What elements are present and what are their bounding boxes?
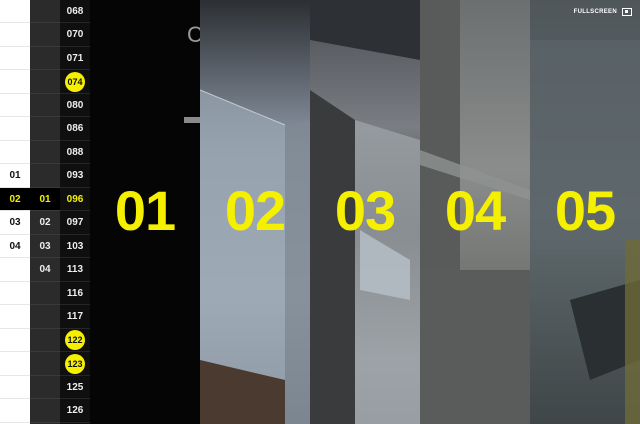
column-b-item[interactable]: 02: [30, 212, 60, 235]
highlight-dot: 074: [65, 71, 85, 92]
column-c-label: 086: [66, 123, 84, 134]
column-b-item: [30, 0, 60, 23]
column-c-item[interactable]: 126: [60, 400, 90, 423]
slide-number-2: 02: [224, 179, 286, 242]
column-b-item: [30, 24, 60, 47]
column-a-label: 03: [9, 217, 21, 228]
column-c-item[interactable]: 068: [60, 0, 90, 23]
column-a-item: [0, 353, 30, 376]
column-c-label: 088: [66, 146, 84, 158]
column-c-item[interactable]: 074: [60, 71, 90, 94]
column-c-label: 125: [66, 381, 84, 393]
column-b-item: [30, 94, 60, 117]
column-c-item[interactable]: 093: [60, 165, 90, 188]
column-a-item[interactable]: 01: [0, 165, 30, 188]
column-c-item[interactable]: 122: [60, 329, 90, 352]
column-c-item[interactable]: 113: [60, 259, 90, 282]
column-b-item: [30, 282, 60, 305]
column-b-item: [30, 165, 60, 188]
column-a-item: [0, 24, 30, 47]
column-c-label: 116: [66, 287, 84, 299]
column-a-item: [0, 118, 30, 141]
column-b-item[interactable]: 01: [30, 188, 60, 211]
column-c-item[interactable]: 088: [60, 141, 90, 164]
column-a-item: [0, 400, 30, 423]
column-b-item: [30, 118, 60, 141]
column-a-item: [0, 259, 30, 282]
column-b-item[interactable]: 03: [30, 235, 60, 258]
slide-stage: C 01 02 03 04 05: [90, 0, 640, 424]
column-b-item: [30, 306, 60, 329]
column-b-label: 03: [39, 240, 51, 252]
slide-panel-4[interactable]: 04: [420, 0, 530, 424]
column-b-item: [30, 400, 60, 423]
slide-number-3: 03: [334, 179, 396, 242]
slide-panel-1[interactable]: C 01: [90, 0, 200, 424]
column-c-label: 126: [66, 405, 84, 416]
column-a-item[interactable]: 02: [0, 188, 30, 211]
fullscreen-label: FULLSCREEN: [573, 9, 617, 15]
column-b-item: [30, 376, 60, 399]
column-c-item[interactable]: 070: [60, 24, 90, 47]
column-c-label: 070: [66, 29, 84, 40]
slide-panel-2[interactable]: 02: [200, 0, 310, 424]
column-a-item[interactable]: 03: [0, 212, 30, 235]
column-c-label: 117: [66, 311, 84, 322]
column-c-label: 113: [66, 264, 84, 275]
column-a-label: 02: [9, 193, 21, 205]
column-c-item[interactable]: 096: [60, 188, 90, 211]
column-b-item: [30, 71, 60, 94]
slide-number-5: 05: [554, 179, 616, 242]
column-c-label: 103: [66, 240, 84, 252]
column-c-label: 068: [66, 5, 84, 17]
slide-number-4: 04: [444, 179, 506, 242]
column-a-item[interactable]: 04: [0, 235, 30, 258]
column-c-item[interactable]: 117: [60, 306, 90, 329]
slide-panel-3[interactable]: 03: [310, 0, 420, 424]
slide-number-1: 01: [114, 179, 176, 242]
highlight-dot: 123: [65, 353, 85, 374]
highlight-dot: 122: [65, 330, 85, 350]
column-c-item[interactable]: 103: [60, 235, 90, 258]
column-b-label: 02: [39, 217, 51, 228]
slide-panel-5[interactable]: 05: [530, 0, 640, 424]
partial-heading: C: [187, 22, 200, 47]
column-b-item: [30, 353, 60, 376]
column-b-label: 01: [39, 193, 51, 205]
column-a-item: [0, 376, 30, 399]
column-a-item: [0, 306, 30, 329]
index-column-c: 068 070 071 074 080 086 088 093 096 097 103 113 116 1…: [60, 0, 90, 424]
column-c-label: 093: [66, 170, 84, 181]
column-c-label: 080: [66, 99, 84, 111]
index-column-a: 01 02 03 04: [0, 0, 30, 424]
column-c-item[interactable]: 125: [60, 376, 90, 399]
column-c-item[interactable]: 097: [60, 212, 90, 235]
partial-bar: [184, 117, 200, 123]
index-column-b: 01 02 03 04: [30, 0, 60, 424]
column-b-item: [30, 141, 60, 164]
fullscreen-icon: [622, 8, 632, 16]
column-a-label: 04: [9, 240, 21, 252]
column-a-label: 01: [9, 170, 21, 181]
column-c-label: 071: [66, 52, 84, 64]
column-c-label: 096: [66, 193, 84, 205]
column-c-item[interactable]: 071: [60, 47, 90, 70]
column-c-item[interactable]: 116: [60, 282, 90, 305]
column-c-item[interactable]: 086: [60, 118, 90, 141]
column-a-item: [0, 329, 30, 352]
column-a-item: [0, 141, 30, 164]
column-b-item: [30, 47, 60, 70]
column-a-item: [0, 47, 30, 70]
column-b-item: [30, 329, 60, 352]
column-b-label: 04: [39, 264, 51, 275]
column-c-item[interactable]: 123: [60, 353, 90, 376]
column-a-item: [0, 71, 30, 94]
column-a-item: [0, 282, 30, 305]
fullscreen-button[interactable]: FULLSCREEN: [574, 8, 632, 16]
column-b-item[interactable]: 04: [30, 259, 60, 282]
column-c-label: 097: [66, 217, 84, 228]
column-a-item: [0, 0, 30, 23]
column-a-item: [0, 94, 30, 117]
column-c-item[interactable]: 080: [60, 94, 90, 117]
